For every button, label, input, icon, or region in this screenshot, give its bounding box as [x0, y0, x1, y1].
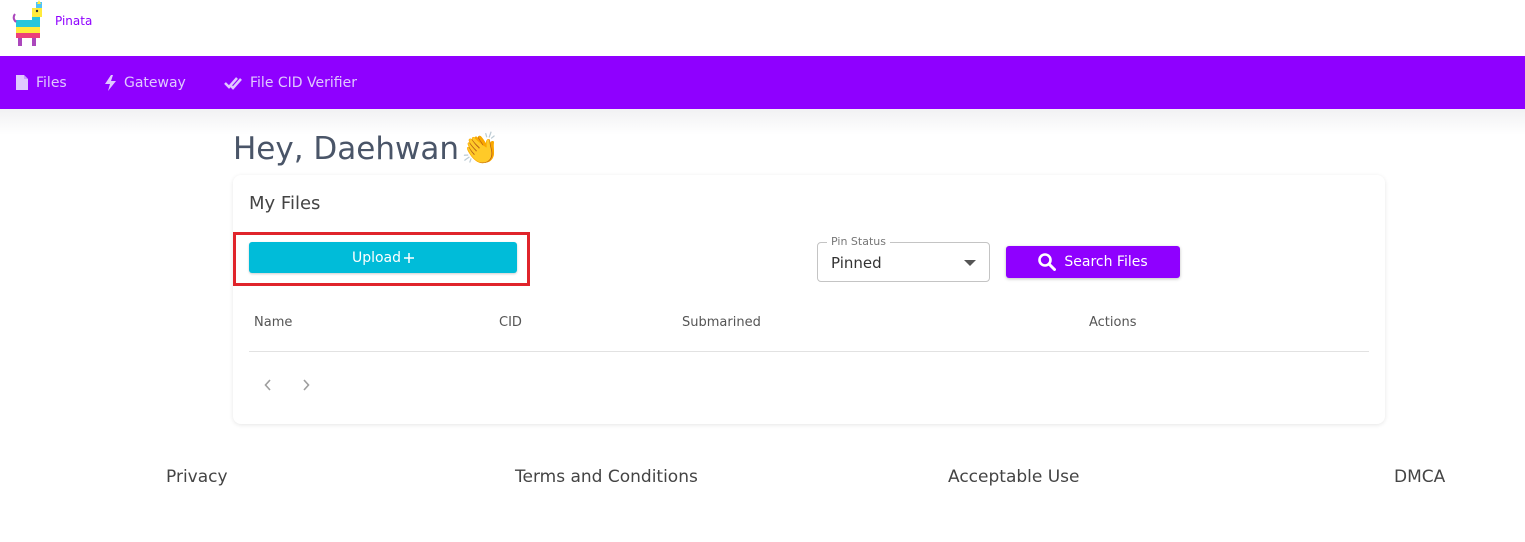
clapping-hands-icon: 👏	[461, 131, 500, 167]
nav-item-label: Files	[36, 74, 67, 91]
footer-link-terms[interactable]: Terms and Conditions	[515, 467, 698, 487]
card-title: My Files	[249, 193, 321, 214]
column-header-name: Name	[254, 315, 293, 330]
pin-status-select[interactable]: Pin Status Pinned	[817, 235, 990, 282]
pin-status-value: Pinned	[831, 254, 882, 272]
pin-status-legend: Pin Status	[827, 235, 890, 248]
header-shadow	[0, 109, 1525, 135]
brand-name[interactable]: Pinata	[55, 14, 92, 28]
upload-button[interactable]: Upload	[249, 242, 517, 273]
my-files-card: My Files Upload Pin Status Pinned Search…	[233, 175, 1385, 424]
file-icon	[16, 75, 28, 90]
column-header-cid: CID	[499, 315, 522, 330]
plus-icon	[404, 252, 415, 263]
table-divider	[249, 351, 1369, 352]
column-header-submarined: Submarined	[682, 315, 761, 330]
footer-link-acceptable-use[interactable]: Acceptable Use	[948, 467, 1080, 487]
upload-button-label: Upload	[351, 249, 402, 266]
page-title: Hey, Daehwan 👏	[233, 130, 500, 168]
search-button-label: Search Files	[1064, 254, 1148, 270]
nav-item-label: File CID Verifier	[250, 74, 357, 91]
top-bar: Pinata	[0, 0, 1525, 56]
greeting-text: Hey, Daehwan	[233, 130, 460, 167]
main-nav: Files Gateway File CID Verifier	[0, 56, 1525, 109]
chevron-right-icon[interactable]	[296, 375, 316, 395]
nav-item-label: Gateway	[124, 74, 186, 91]
nav-item-files[interactable]: Files	[16, 56, 67, 109]
lightning-icon	[105, 74, 116, 91]
double-check-icon	[224, 76, 242, 90]
search-files-button[interactable]: Search Files	[1006, 246, 1180, 278]
column-header-actions: Actions	[1089, 315, 1137, 330]
search-icon	[1038, 253, 1057, 271]
footer-link-privacy[interactable]: Privacy	[166, 467, 228, 487]
nav-item-gateway[interactable]: Gateway	[105, 56, 186, 109]
caret-down-icon	[964, 260, 976, 266]
chevron-left-icon[interactable]	[258, 375, 278, 395]
nav-item-file-cid-verifier[interactable]: File CID Verifier	[224, 56, 357, 109]
pinata-logo[interactable]	[12, 0, 48, 48]
footer-link-dmca[interactable]: DMCA	[1394, 467, 1445, 487]
